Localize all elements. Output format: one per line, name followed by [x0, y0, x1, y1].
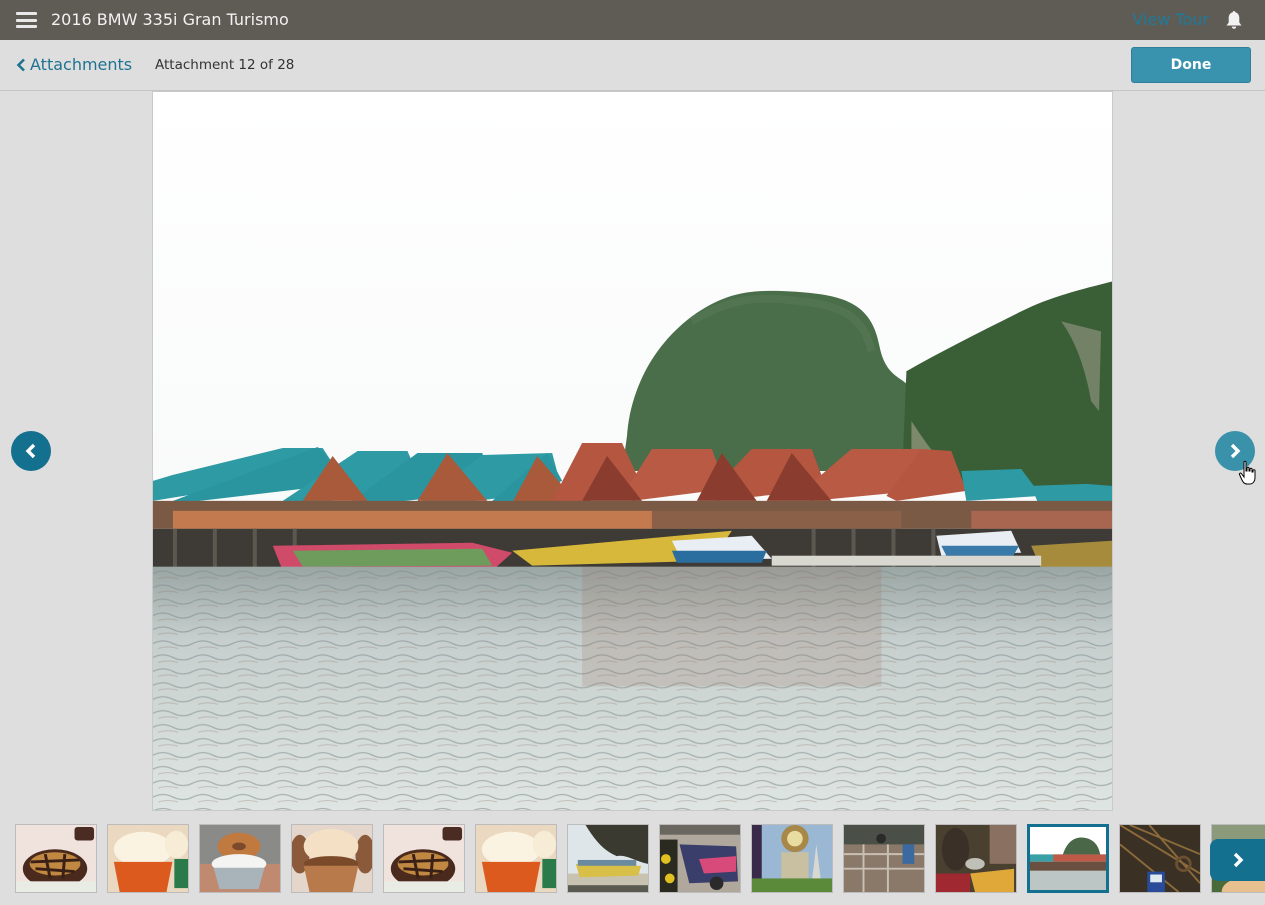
thumbnail[interactable]: [935, 824, 1017, 893]
view-tour-link[interactable]: View Tour: [1132, 10, 1209, 29]
thumbnail[interactable]: [843, 824, 925, 893]
back-label: Attachments: [30, 55, 133, 74]
back-to-attachments-link[interactable]: Attachments: [16, 55, 132, 74]
attachment-toolbar: Attachments Attachment 12 of 28 Done: [0, 40, 1265, 91]
next-attachment-button[interactable]: [1215, 431, 1255, 471]
thumbnail[interactable]: [475, 824, 557, 893]
app-title: 2016 BMW 335i Gran Turismo: [51, 10, 289, 29]
thumbnail[interactable]: [751, 824, 833, 893]
thumbnail[interactable]: [659, 824, 741, 893]
thumbnail[interactable]: [383, 824, 465, 893]
thumbnail-strip-next-button[interactable]: [1210, 839, 1265, 881]
thumbnail-active[interactable]: [1027, 824, 1109, 893]
chevron-left-icon: [16, 58, 25, 71]
thumbnail[interactable]: [107, 824, 189, 893]
attachment-image: [152, 91, 1113, 811]
thumbnail-strip: [0, 824, 1265, 894]
chevron-left-icon: [25, 443, 36, 459]
hamburger-menu-icon[interactable]: [16, 12, 37, 28]
bell-icon[interactable]: [1225, 10, 1243, 30]
chevron-right-icon: [1230, 443, 1241, 459]
thumbnail[interactable]: [1119, 824, 1201, 893]
thumbnail[interactable]: [291, 824, 373, 893]
thumbnail[interactable]: [199, 824, 281, 893]
previous-attachment-button[interactable]: [11, 431, 51, 471]
thumbnail[interactable]: [15, 824, 97, 893]
done-button[interactable]: Done: [1131, 47, 1251, 83]
attachment-counter: Attachment 12 of 28: [155, 57, 295, 73]
app-header: 2016 BMW 335i Gran Turismo View Tour: [0, 0, 1265, 40]
chevron-right-icon: [1233, 852, 1243, 868]
thumbnail[interactable]: [567, 824, 649, 893]
